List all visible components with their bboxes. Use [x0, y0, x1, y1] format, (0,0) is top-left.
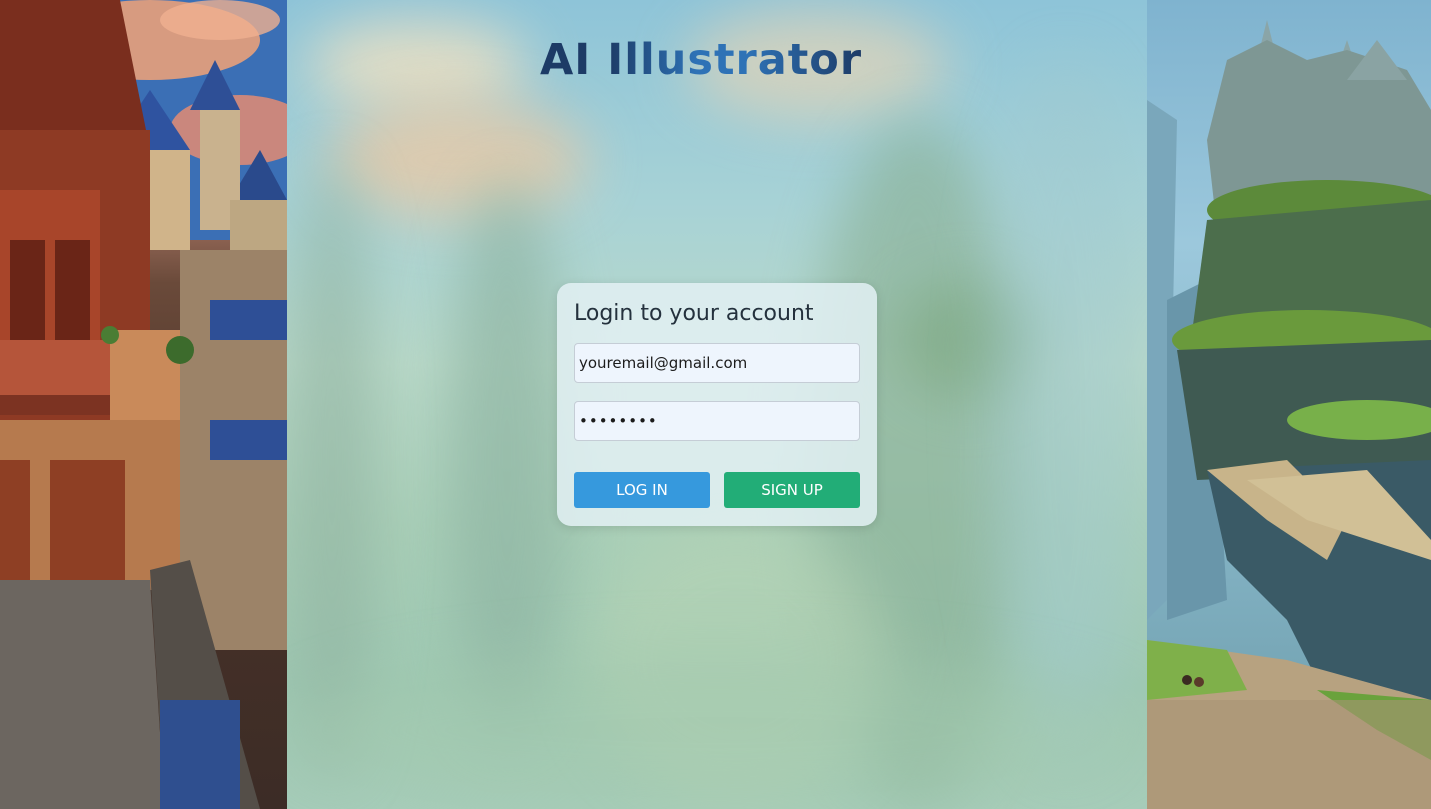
signup-button[interactable]: SIGN UP	[724, 472, 860, 508]
logo-text-illustrator: Illustrator	[607, 35, 863, 85]
email-field[interactable]	[574, 343, 860, 383]
right-background-image	[1147, 0, 1431, 809]
login-title: Login to your account	[574, 301, 814, 326]
street-scene-image	[0, 0, 287, 809]
login-page: AI Illustrator Login to your account LOG…	[0, 0, 1431, 809]
password-field[interactable]	[574, 401, 860, 441]
app-logo: AI Illustrator	[540, 32, 862, 88]
left-background-image	[0, 0, 287, 809]
login-button[interactable]: LOG IN	[574, 472, 710, 508]
logo-text-ai: AI	[540, 35, 592, 85]
floating-island-image	[1147, 20, 1431, 809]
login-form-card: Login to your account LOG IN SIGN UP	[557, 283, 877, 526]
